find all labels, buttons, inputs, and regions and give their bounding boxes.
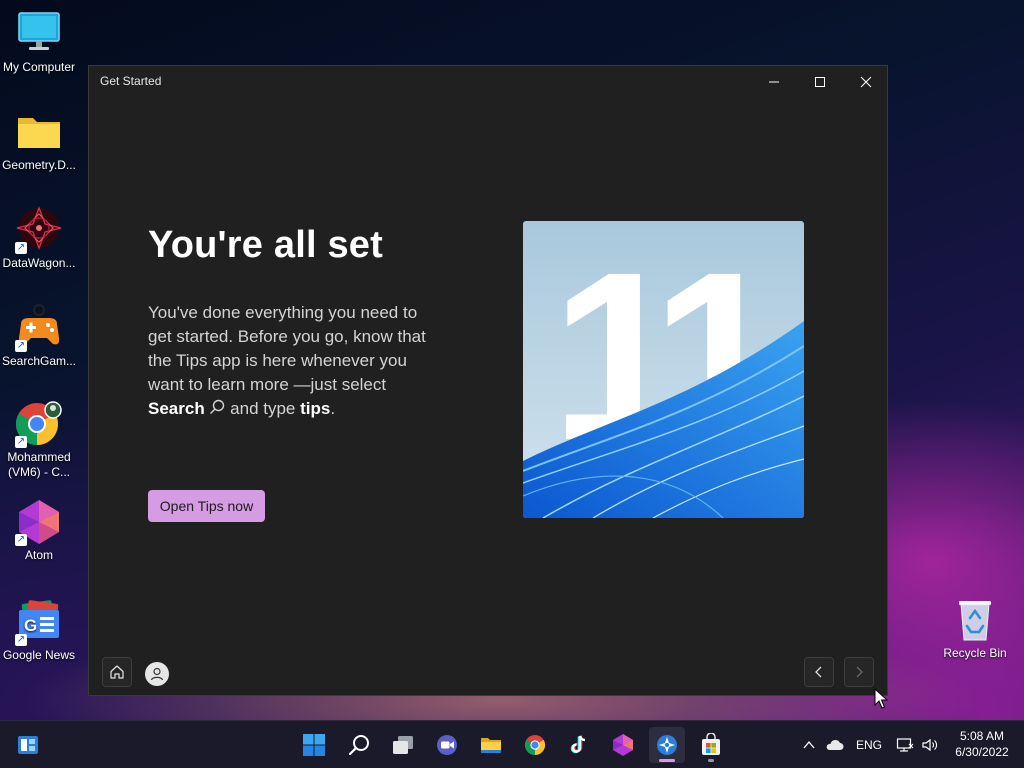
chat-button[interactable] bbox=[429, 727, 465, 763]
network-icon bbox=[896, 738, 914, 752]
desktop-icon-label: Geometry.D... bbox=[2, 158, 76, 172]
monitor-icon bbox=[15, 10, 63, 58]
volume-button[interactable] bbox=[916, 727, 944, 763]
home-icon bbox=[110, 665, 124, 679]
recycle-bin-icon bbox=[951, 596, 999, 644]
chevron-up-icon bbox=[803, 740, 815, 749]
onedrive-button[interactable] bbox=[820, 727, 848, 763]
microsoft-store-button[interactable] bbox=[693, 727, 729, 763]
next-button[interactable] bbox=[844, 657, 874, 687]
atom-icon: ↗ bbox=[15, 498, 63, 546]
window-title: Get Started bbox=[100, 74, 162, 88]
chrome-profile-icon: ↗ bbox=[15, 400, 63, 448]
network-button[interactable] bbox=[892, 727, 918, 763]
file-explorer-button[interactable] bbox=[473, 727, 509, 763]
maximize-button[interactable] bbox=[797, 66, 843, 98]
svg-text:G: G bbox=[24, 616, 37, 635]
clock-date: 6/30/2022 bbox=[955, 745, 1009, 759]
desktop-icon-geometry-folder[interactable]: Geometry.D... bbox=[0, 108, 78, 173]
desktop-icon-label: SearchGam... bbox=[1, 354, 77, 368]
get-started-taskbar-button[interactable] bbox=[649, 727, 685, 763]
widgets-icon bbox=[18, 736, 38, 754]
folder-icon bbox=[15, 108, 63, 156]
tiktok-button[interactable] bbox=[561, 727, 597, 763]
shortcut-arrow-icon: ↗ bbox=[15, 242, 27, 254]
account-button[interactable] bbox=[145, 662, 169, 686]
chevron-right-icon bbox=[856, 666, 863, 678]
shortcut-arrow-icon: ↗ bbox=[15, 634, 27, 646]
search-icon bbox=[210, 399, 225, 414]
start-button[interactable] bbox=[296, 727, 332, 763]
gamepad-icon: ↗ bbox=[15, 304, 63, 352]
desktop-icon-label: Atom bbox=[24, 548, 53, 562]
description-text: You've done everything you need to get s… bbox=[148, 301, 438, 421]
shortcut-arrow-icon: ↗ bbox=[15, 534, 27, 546]
clock[interactable]: 5:08 AM 6/30/2022 bbox=[946, 728, 1018, 760]
description-part-1: You've done everything you need to get s… bbox=[148, 303, 426, 394]
desktop-icon-google-news[interactable]: G ↗ Google News bbox=[0, 598, 78, 663]
task-view-icon bbox=[393, 736, 413, 754]
chrome-button[interactable] bbox=[517, 727, 553, 763]
desktop-icon-label: Google News bbox=[2, 648, 76, 662]
back-button[interactable] bbox=[804, 657, 834, 687]
chat-icon bbox=[437, 735, 457, 755]
chrome-icon bbox=[524, 735, 546, 756]
desktop-icon-label: DataWagon... bbox=[2, 256, 76, 270]
minimize-button[interactable] bbox=[751, 66, 797, 98]
speaker-icon bbox=[922, 738, 937, 752]
shortcut-arrow-icon: ↗ bbox=[15, 436, 27, 448]
desktop-icon-label: (VM6) - C... bbox=[8, 465, 70, 479]
title-bar[interactable]: Get Started bbox=[89, 66, 887, 98]
get-started-icon bbox=[657, 735, 677, 755]
microsoft-store-icon bbox=[702, 733, 720, 755]
description-part-3: . bbox=[330, 399, 336, 418]
desktop-icon-datawagon[interactable]: ↗ DataWagon... bbox=[0, 206, 78, 271]
running-app-indicator bbox=[708, 759, 714, 762]
task-view-button[interactable] bbox=[385, 727, 421, 763]
shortcut-arrow-icon: ↗ bbox=[15, 340, 27, 352]
google-news-icon: G ↗ bbox=[15, 598, 63, 646]
desktop-icon-label: My Computer bbox=[2, 60, 76, 74]
get-started-window: Get Started You're all set You've done e… bbox=[88, 65, 888, 696]
desktop-icon-label: Recycle Bin bbox=[943, 646, 1007, 660]
desktop-icon-atom[interactable]: ↗ Atom bbox=[0, 498, 78, 563]
file-explorer-icon bbox=[481, 738, 501, 753]
start-icon bbox=[303, 734, 325, 756]
close-button[interactable] bbox=[843, 66, 889, 98]
taskbar: ENG 5:08 AM 6/30/2022 bbox=[0, 720, 1024, 768]
widgets-button[interactable] bbox=[10, 727, 46, 763]
tips-keyword: tips bbox=[300, 399, 331, 418]
active-app-indicator bbox=[659, 759, 675, 762]
desktop-icon-chrome-profile[interactable]: ↗ Mohammed (VM6) - C... bbox=[0, 400, 78, 480]
desktop-icon-searchgames[interactable]: ↗ SearchGam... bbox=[0, 304, 78, 369]
home-button[interactable] bbox=[102, 657, 132, 687]
maximize-icon bbox=[815, 77, 825, 87]
search-button[interactable] bbox=[341, 727, 377, 763]
chevron-left-icon bbox=[815, 666, 822, 678]
close-icon bbox=[860, 76, 872, 88]
tiktok-icon bbox=[570, 735, 586, 754]
windows-11-hero-image: 11 bbox=[523, 221, 804, 518]
desktop-icon-my-computer[interactable]: My Computer bbox=[0, 10, 78, 75]
search-icon bbox=[348, 735, 369, 756]
datawagon-icon: ↗ bbox=[15, 206, 63, 254]
minimize-icon bbox=[769, 81, 779, 83]
language-indicator[interactable]: ENG bbox=[856, 738, 882, 752]
page-title: You're all set bbox=[148, 224, 383, 266]
description-part-2: and type bbox=[225, 399, 301, 418]
search-keyword: Search bbox=[148, 399, 205, 418]
atom-icon bbox=[613, 734, 633, 756]
mouse-cursor-icon bbox=[874, 687, 889, 715]
clock-time: 5:08 AM bbox=[959, 729, 1005, 743]
desktop-icon-label: Mohammed bbox=[7, 450, 71, 464]
desktop-icon-recycle-bin[interactable]: Recycle Bin bbox=[936, 596, 1014, 661]
cloud-icon bbox=[826, 739, 844, 750]
person-icon bbox=[150, 667, 164, 681]
open-tips-button[interactable]: Open Tips now bbox=[148, 490, 265, 522]
atom-taskbar-button[interactable] bbox=[605, 727, 641, 763]
